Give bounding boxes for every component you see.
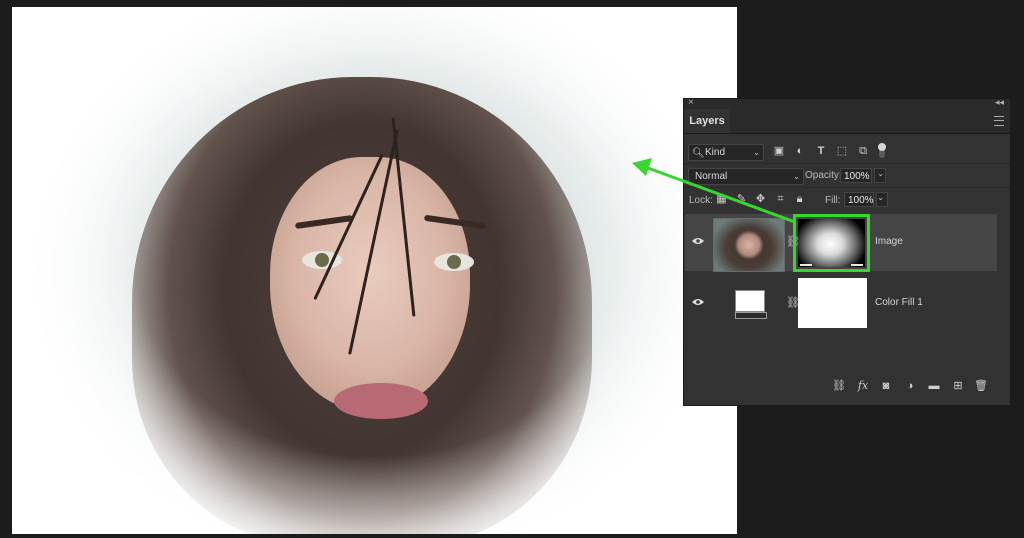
mask-vignette (12, 7, 737, 534)
new-group-icon[interactable]: ▬ (927, 379, 941, 393)
chevron-down-icon: ⌄ (753, 148, 760, 157)
layer-row-color-fill[interactable]: ⛓︎ Color Fill 1 (685, 275, 997, 332)
blend-mode-select[interactable]: Normal ⌄ (688, 168, 804, 185)
add-mask-icon[interactable]: ◙ (879, 379, 893, 393)
opacity-label: Opacity: (805, 170, 842, 181)
visibility-eye-icon[interactable] (692, 237, 704, 245)
lock-all-icon[interactable]: 🔒︎ (793, 193, 806, 206)
tab-layers[interactable]: Layers (684, 109, 730, 133)
chevron-down-icon: ⌄ (877, 169, 884, 178)
lock-transparent-pixels-icon[interactable]: ▦ (715, 193, 728, 206)
close-panel-icon[interactable]: × (688, 97, 694, 108)
kind-filter-label: Kind (705, 147, 726, 158)
fill-dropdown[interactable]: ⌄ (876, 192, 888, 207)
layer-thumbnail[interactable] (713, 218, 785, 272)
panel-title-bar: × ◂◂ (684, 97, 1010, 109)
color-fill-thumbnail[interactable] (735, 290, 765, 312)
kind-filter-select[interactable]: 🔍︎ Kind ⌄ (688, 144, 764, 161)
layer-name[interactable]: Color Fill 1 (875, 297, 923, 308)
divider (684, 187, 1010, 188)
layers-bottom-toolbar: ⛓︎ fx ◙ ◑ ▬ ⊞ 🗑︎ (684, 369, 1010, 405)
layer-mask-thumbnail[interactable] (798, 278, 867, 328)
visibility-eye-icon[interactable] (692, 298, 704, 306)
panel-menu-icon[interactable] (994, 116, 1004, 126)
divider (684, 163, 1010, 164)
search-icon: 🔍︎ (692, 148, 705, 159)
smart-object-filter-icon[interactable]: ⧉ (856, 144, 870, 158)
fx-icon[interactable]: fx (856, 379, 870, 393)
layer-name[interactable]: Image (875, 236, 903, 247)
lock-position-icon[interactable]: ✥ (754, 193, 767, 206)
pixel-layer-filter-icon[interactable]: ▣ (772, 144, 786, 158)
fill-label: Fill: (825, 195, 841, 206)
adjustment-layer-filter-icon[interactable]: ◐ (793, 144, 807, 158)
chevron-down-icon: ⌄ (877, 193, 884, 202)
lock-image-pixels-icon[interactable]: ✎ (735, 193, 748, 206)
new-layer-icon[interactable]: ⊞ (951, 379, 965, 393)
mask-highlight-box (793, 214, 870, 272)
panel-tab-bar: Layers (684, 109, 1010, 134)
adjustment-icon[interactable]: ◑ (903, 379, 917, 393)
opacity-dropdown[interactable]: ⌄ (874, 168, 886, 183)
chevron-down-icon: ⌄ (793, 172, 800, 181)
document-canvas[interactable] (12, 7, 737, 534)
collapse-panel-icon[interactable]: ◂◂ (995, 97, 1004, 108)
lock-artboard-icon[interactable]: ⌗ (774, 193, 787, 206)
delete-icon[interactable]: 🗑︎ (974, 379, 988, 393)
link-layers-icon[interactable]: ⛓︎ (832, 379, 846, 393)
blend-mode-value: Normal (695, 171, 728, 182)
layers-panel: × ◂◂ Layers 🔍︎ Kind ⌄ ▣ ◐ T ⬚ ⧉ Normal ⌄… (683, 97, 1011, 406)
color-fill-thumbnail-base (735, 312, 767, 319)
type-layer-filter-icon[interactable]: T (814, 144, 828, 158)
lock-label: Lock: (689, 195, 713, 206)
filter-toggle[interactable] (878, 143, 886, 158)
fill-field[interactable]: 100% (844, 192, 874, 207)
layer-row-image[interactable]: ⛓︎ Image (685, 214, 997, 272)
shape-layer-filter-icon[interactable]: ⬚ (835, 144, 849, 158)
opacity-field[interactable]: 100% (840, 168, 872, 183)
